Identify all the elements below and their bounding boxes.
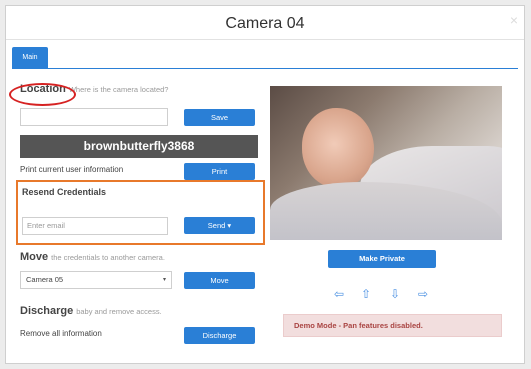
move-title: Move <box>20 251 49 263</box>
discharge-label: Remove all information <box>20 329 102 338</box>
pan-up-icon[interactable]: ⇧ <box>361 287 371 301</box>
camera-feed-image <box>270 86 502 240</box>
make-private-button[interactable]: Make Private <box>328 250 436 268</box>
close-icon[interactable]: × <box>510 12 518 28</box>
camera-select[interactable]: Camera 05 ▾ <box>20 271 172 289</box>
location-highlight-ellipse <box>9 83 76 106</box>
move-hint: the credentials to another camera. <box>51 253 165 262</box>
discharge-hint: baby and remove access. <box>76 307 162 316</box>
dialog-title: Camera 04 <box>225 15 305 32</box>
pan-right-icon[interactable]: ⇨ <box>418 287 428 301</box>
discharge-title: Discharge <box>20 305 74 317</box>
location-input[interactable] <box>20 108 168 126</box>
dialog-header: Camera 04 × <box>6 6 524 40</box>
discharge-section-title: Discharge baby and remove access. <box>20 305 162 317</box>
baby-face-shape <box>302 108 374 188</box>
tab-underline <box>12 68 518 69</box>
camera-select-value: Camera 05 <box>26 275 64 284</box>
print-label: Print current user information <box>20 165 124 174</box>
username-banner: brownbutterfly3868 <box>20 135 258 158</box>
location-hint: Where is the camera located? <box>68 85 169 94</box>
pan-left-icon[interactable]: ⇦ <box>334 287 344 301</box>
resend-credentials-highlight <box>16 180 265 245</box>
discharge-button[interactable]: Discharge <box>184 327 255 344</box>
move-section-title: Move the credentials to another camera. <box>20 251 165 263</box>
print-button[interactable]: Print <box>184 163 255 180</box>
save-button[interactable]: Save <box>184 109 255 126</box>
pan-down-icon[interactable]: ⇩ <box>390 287 400 301</box>
demo-mode-alert: Demo Mode - Pan features disabled. <box>283 314 502 337</box>
chevron-down-icon: ▾ <box>162 277 166 283</box>
camera-dialog: Camera 04 × Main Location Where is the ca… <box>5 5 525 364</box>
move-button[interactable]: Move <box>184 272 255 289</box>
tab-main[interactable]: Main <box>12 47 48 68</box>
